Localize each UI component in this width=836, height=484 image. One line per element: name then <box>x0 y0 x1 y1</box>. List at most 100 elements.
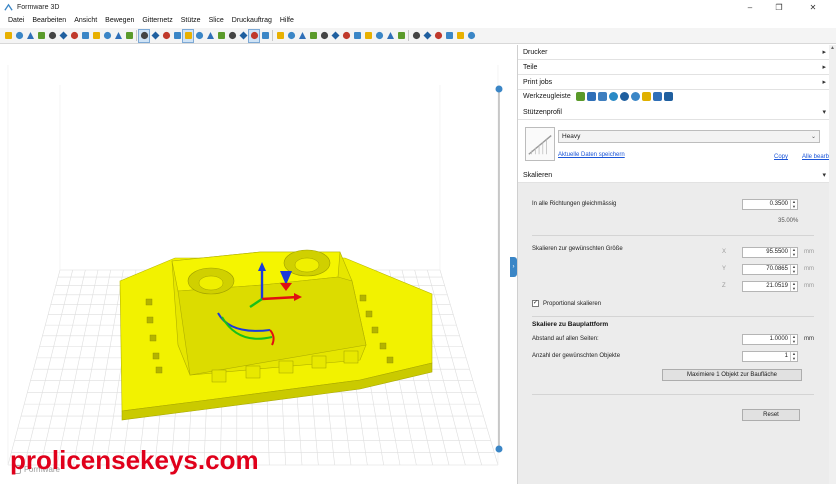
scale-icon[interactable] <box>297 30 307 42</box>
view-side-icon[interactable] <box>172 30 182 42</box>
spinner-icon[interactable]: ▲ ▼ <box>790 351 797 361</box>
duplicate-icon[interactable] <box>352 30 362 42</box>
arrange-icon[interactable] <box>341 30 351 42</box>
cut-icon[interactable] <box>363 30 373 42</box>
menu-hilfe[interactable]: Hilfe <box>276 17 298 24</box>
section-print-jobs[interactable]: Print jobs ▸ <box>518 75 830 90</box>
undo-icon[interactable] <box>113 30 123 42</box>
repair-icon[interactable] <box>411 30 421 42</box>
spinner-icon[interactable]: ▲ ▼ <box>790 199 797 209</box>
model-part[interactable] <box>119 249 433 421</box>
app-logo-icon <box>4 3 13 11</box>
maximize-button[interactable]: ❐ <box>766 0 792 14</box>
section-drucker[interactable]: Drucker ▸ <box>518 45 830 60</box>
wire-icon[interactable] <box>227 30 237 42</box>
ortho-icon[interactable] <box>205 30 215 42</box>
3d-viewport[interactable]: Formware prolicensekeys.com <box>0 45 510 484</box>
chevron-down-icon: ⌄ <box>810 134 816 140</box>
menu-stuetze[interactable]: Stütze <box>177 17 205 24</box>
measure-tool-icon[interactable] <box>597 92 607 101</box>
spinner-icon[interactable]: ▲ ▼ <box>790 281 797 291</box>
new-file-icon[interactable] <box>3 30 13 42</box>
help-icon[interactable] <box>466 30 476 42</box>
size-y-input[interactable]: 70.0865 ▲ ▼ <box>742 264 798 275</box>
section-stuetzenprofil[interactable]: Stützenprofil ▾ <box>518 105 830 120</box>
slider-top-handle[interactable] <box>495 85 503 93</box>
measure-icon[interactable] <box>260 30 270 42</box>
panel-collapse-button[interactable]: › <box>510 257 517 277</box>
layer-tool-icon[interactable] <box>641 92 651 101</box>
support-tool-icon[interactable] <box>575 92 585 101</box>
distance-input[interactable]: 1.0000 ▲ ▼ <box>742 334 798 345</box>
spinner-icon[interactable]: ▲ ▼ <box>790 264 797 274</box>
build-scene[interactable] <box>0 45 510 484</box>
size-z-input[interactable]: 21.0519 ▲ ▼ <box>742 281 798 292</box>
slider-bottom-handle[interactable] <box>495 445 503 453</box>
spinner-icon[interactable]: ▲ ▼ <box>790 247 797 257</box>
section-skalieren[interactable]: Skalieren ▾ <box>518 168 830 183</box>
open-model-icon[interactable] <box>25 30 35 42</box>
minimize-button[interactable]: – <box>737 0 763 14</box>
object-count-input[interactable]: 1 ▲ ▼ <box>742 351 798 362</box>
view-cube-icon[interactable] <box>182 28 194 43</box>
move-icon[interactable] <box>319 30 329 42</box>
menu-druckauftrag[interactable]: Druckauftrag <box>228 17 276 24</box>
place-icon[interactable] <box>102 30 112 42</box>
size-x-input[interactable]: 95.5500 ▲ ▼ <box>742 247 798 258</box>
distance-value: 1.0000 <box>769 336 788 342</box>
menu-slice[interactable]: Slice <box>205 17 228 24</box>
grid-tool-icon[interactable] <box>586 92 596 101</box>
drain-icon[interactable] <box>385 30 395 42</box>
grid-icon[interactable] <box>275 30 285 42</box>
redo-icon[interactable] <box>124 30 134 42</box>
title-bar: Formware 3D – ❐ ✕ <box>0 0 836 14</box>
edit-all-link[interactable]: Alle bearb <box>802 154 829 160</box>
support-profile-select[interactable]: Heavy ⌄ <box>558 130 820 143</box>
copy-profile-link[interactable]: Copy <box>774 154 788 160</box>
spinner-icon[interactable]: ▲ ▼ <box>790 334 797 344</box>
section-teile[interactable]: Teile ▸ <box>518 60 830 75</box>
select-icon[interactable] <box>248 28 260 43</box>
view-front-icon[interactable] <box>161 30 171 42</box>
solid-icon[interactable] <box>238 30 248 42</box>
label-icon[interactable] <box>396 30 406 42</box>
import-icon[interactable] <box>36 30 46 42</box>
view-iso-icon[interactable] <box>138 28 150 43</box>
send-icon[interactable] <box>444 30 454 42</box>
open-folder-icon[interactable] <box>14 30 24 42</box>
close-button[interactable]: ✕ <box>800 0 826 14</box>
slice-tool-icon[interactable] <box>652 92 662 101</box>
support-icon[interactable] <box>91 30 101 42</box>
maximize-objects-button[interactable]: Maximiere 1 Objekt zur Baufläche <box>662 369 802 381</box>
menu-bearbeiten[interactable]: Bearbeiten <box>28 17 70 24</box>
view-top-icon[interactable] <box>150 30 160 42</box>
slice-icon[interactable] <box>422 30 432 42</box>
globe-tool-icon[interactable] <box>619 92 629 101</box>
mirror-icon[interactable] <box>330 30 340 42</box>
preview-icon[interactable] <box>433 30 443 42</box>
layer-slider[interactable] <box>493 85 505 455</box>
view-sphere-icon[interactable] <box>194 30 204 42</box>
uniform-scale-input[interactable]: 0.3500 ▲ ▼ <box>742 199 798 210</box>
save-icon[interactable] <box>47 30 57 42</box>
export-tool-icon[interactable] <box>663 92 673 101</box>
settings-gear-icon[interactable] <box>80 30 90 42</box>
proportional-checkbox[interactable]: ✓ <box>532 300 539 307</box>
reset-button[interactable]: Reset <box>742 409 800 421</box>
scroll-up-icon[interactable]: ▲ <box>829 45 836 53</box>
sphere-tool-icon[interactable] <box>608 92 618 101</box>
layer-icon[interactable] <box>286 30 296 42</box>
export-icon[interactable] <box>455 30 465 42</box>
hollow-tool-icon[interactable] <box>630 92 640 101</box>
printer-icon[interactable] <box>69 30 79 42</box>
save-as-icon[interactable] <box>58 30 68 42</box>
menu-datei[interactable]: Datei <box>4 17 28 24</box>
hollow-icon[interactable] <box>374 30 384 42</box>
menu-gitternetz[interactable]: Gitternetz <box>138 17 176 24</box>
menu-bewegen[interactable]: Bewegen <box>101 17 138 24</box>
rotate-icon[interactable] <box>308 30 318 42</box>
update-profile-link[interactable]: Aktuelle Daten speichern <box>558 152 625 158</box>
panel-scrollbar[interactable]: ▲ <box>829 45 836 484</box>
menu-ansicht[interactable]: Ansicht <box>70 17 101 24</box>
perspective-icon[interactable] <box>216 30 226 42</box>
